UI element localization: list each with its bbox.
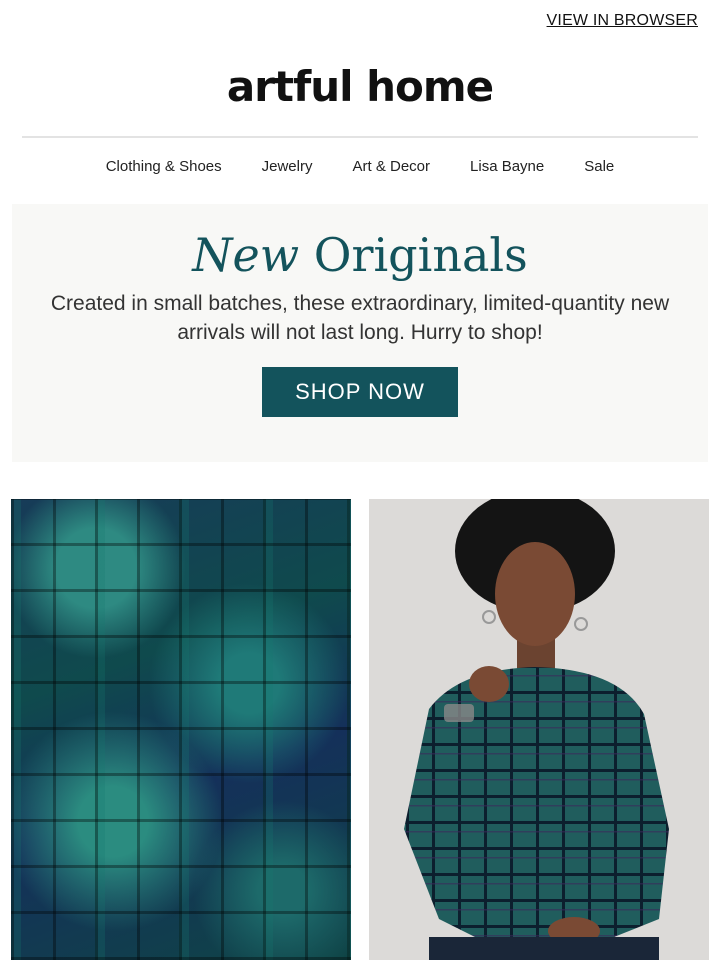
hero-title-rest: Originals xyxy=(313,228,528,282)
nav-item-lisa-bayne[interactable]: Lisa Bayne xyxy=(470,158,544,175)
hero-description: Created in small batches, these extraord… xyxy=(50,291,670,344)
plaid-fabric-texture xyxy=(11,499,351,960)
hero-title-italic: New xyxy=(192,228,300,282)
nav-item-sale[interactable]: Sale xyxy=(584,158,614,175)
divider xyxy=(22,136,698,138)
nav-item-clothing-shoes[interactable]: Clothing & Shoes xyxy=(106,158,222,175)
hero-banner: New Originals Created in small batches, … xyxy=(12,204,708,462)
fabric-image[interactable] xyxy=(11,499,351,960)
nav-item-jewelry[interactable]: Jewelry xyxy=(262,158,313,175)
main-nav: Clothing & Shoes Jewelry Art & Decor Lis… xyxy=(0,158,720,175)
model-image[interactable] xyxy=(369,499,709,960)
model-illustration xyxy=(404,499,669,960)
logo[interactable]: artful home xyxy=(0,62,720,111)
hero-title: New Originals xyxy=(12,230,708,281)
view-in-browser-link[interactable]: VIEW IN BROWSER xyxy=(547,12,698,30)
nav-item-art-decor[interactable]: Art & Decor xyxy=(352,158,430,175)
shop-now-button[interactable]: SHOP NOW xyxy=(262,366,458,417)
